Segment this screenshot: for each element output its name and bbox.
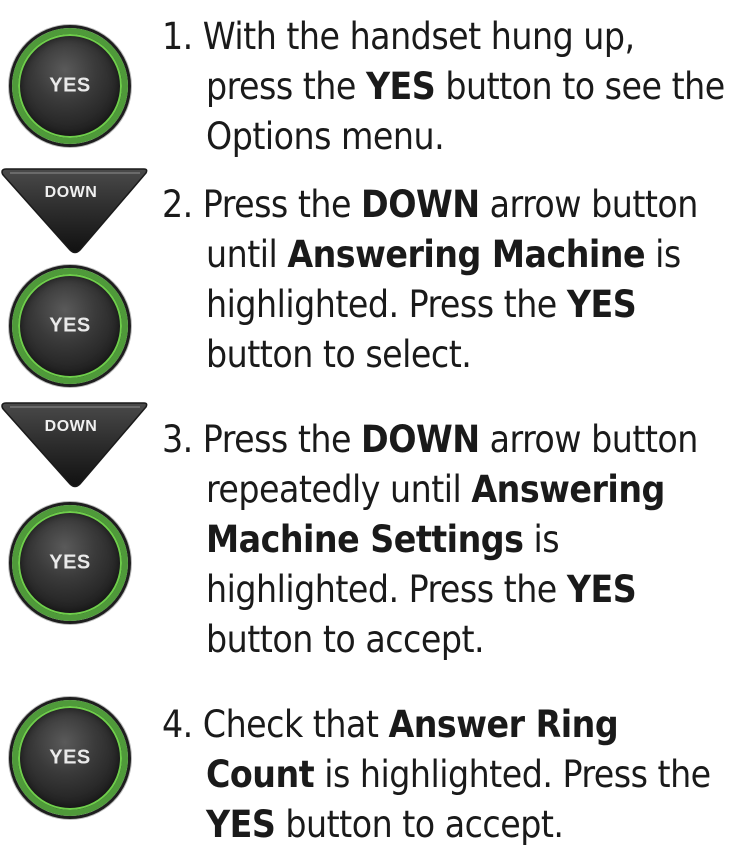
- instruction-text: 1. With the handset hung up,: [162, 15, 635, 58]
- down-key-label: DOWN: [44, 184, 98, 201]
- instruction-text: arrow button: [479, 183, 699, 226]
- yes-key-label: YES: [49, 551, 91, 574]
- yes-key-label: YES: [49, 746, 91, 769]
- instruction-line: 4. Check that Answer Ring: [162, 700, 732, 750]
- instruction-text: arrow button: [479, 418, 699, 461]
- step-4-instruction: 4. Check that Answer Ring Count is highli…: [162, 700, 732, 850]
- instruction-emphasis: YES: [566, 283, 637, 326]
- instruction-line: 1. With the handset hung up,: [162, 12, 732, 62]
- instruction-text: button to see the: [435, 65, 725, 108]
- instruction-line: 2. Press the DOWN arrow button: [162, 180, 732, 230]
- instruction-emphasis: YES: [365, 65, 436, 108]
- instruction-text: is highlighted. Press the: [314, 753, 711, 796]
- instruction-line: Machine Settings is: [162, 515, 732, 565]
- instruction-emphasis: DOWN: [361, 183, 480, 226]
- yes-button-icon: YES: [12, 700, 128, 816]
- down-key-label: DOWN: [44, 418, 98, 435]
- instruction-text: highlighted. Press the: [206, 283, 567, 326]
- instruction-text: 4. Check that: [162, 703, 389, 746]
- instruction-text: button to select.: [206, 333, 472, 376]
- instruction-line: Count is highlighted. Press the: [162, 750, 732, 800]
- yes-button-icon: YES: [12, 28, 128, 144]
- instruction-text: press the: [206, 65, 366, 108]
- yes-button-icon: YES: [12, 268, 128, 384]
- instruction-emphasis: Machine Settings: [206, 518, 524, 561]
- instruction-emphasis: Answering Machine: [287, 233, 646, 276]
- down-arrow-button-icon: DOWN: [0, 402, 150, 488]
- instruction-line: repeatedly until Answering: [162, 465, 732, 515]
- instruction-line: highlighted. Press the YES: [162, 565, 732, 615]
- instruction-text: is: [523, 518, 560, 561]
- instruction-text: 3. Press the: [162, 418, 362, 461]
- instruction-line: Options menu.: [162, 112, 732, 162]
- instruction-emphasis: Count: [206, 753, 315, 796]
- instruction-line: button to accept.: [162, 615, 732, 665]
- instruction-text: Options menu.: [206, 115, 445, 158]
- instruction-text: until: [206, 233, 288, 276]
- down-triangle-shape: [1, 402, 148, 488]
- step-2-instruction: 2. Press the DOWN arrow button until Answ…: [162, 180, 732, 380]
- down-arrow-button-icon: DOWN: [0, 168, 150, 254]
- yes-button-icon: YES: [12, 505, 128, 621]
- step-3-instruction: 3. Press the DOWN arrow button repeatedly…: [162, 415, 732, 665]
- down-triangle-shape: [1, 168, 148, 254]
- instruction-emphasis: Answer Ring: [388, 703, 619, 746]
- instruction-line: press the YES button to see the: [162, 62, 732, 112]
- step-1-instruction: 1. With the handset hung up, press the YE…: [162, 12, 732, 162]
- instruction-line: button to select.: [162, 330, 732, 380]
- instruction-emphasis: Answering: [471, 468, 665, 511]
- yes-key-label: YES: [49, 74, 91, 97]
- instruction-line: highlighted. Press the YES: [162, 280, 732, 330]
- instruction-line: YES button to accept.: [162, 800, 732, 850]
- yes-key-label: YES: [49, 314, 91, 337]
- instruction-text: repeatedly until: [206, 468, 472, 511]
- instruction-text: 2. Press the: [162, 183, 362, 226]
- instruction-text: button to accept.: [206, 618, 485, 661]
- instruction-text: highlighted. Press the: [206, 568, 567, 611]
- instruction-line: 3. Press the DOWN arrow button: [162, 415, 732, 465]
- instruction-text: is: [645, 233, 681, 276]
- instruction-text: button to accept.: [275, 803, 564, 846]
- instruction-emphasis: YES: [566, 568, 637, 611]
- instruction-emphasis: DOWN: [361, 418, 480, 461]
- instruction-emphasis: YES: [206, 803, 276, 846]
- instruction-line: until Answering Machine is: [162, 230, 732, 280]
